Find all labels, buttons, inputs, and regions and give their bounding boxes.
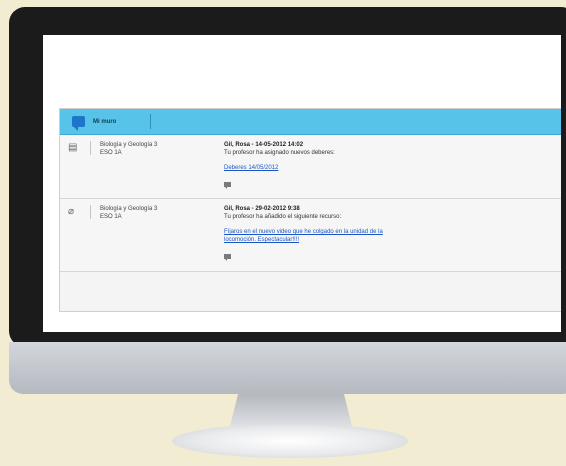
post-link-text: Deberes 14/05/2012 xyxy=(224,165,279,171)
chat-bubble-icon xyxy=(72,116,85,131)
subject-name: Biología y Geología 3 xyxy=(100,142,158,148)
post-subject: Biología y Geología 3 ESO 1A xyxy=(100,141,157,157)
post-subject: Biología y Geología 3 ESO 1A xyxy=(100,205,157,221)
wall-post: ⌀ Biología y Geología 3 ESO 1A Gil, Rosa… xyxy=(60,199,561,272)
wall-title: Mi muro xyxy=(93,118,117,125)
post-message: Tu profesor ha asignado nuevos deberes: xyxy=(224,150,335,156)
monitor-chin xyxy=(9,342,566,394)
post-link[interactable]: Deberes 14/05/2012 xyxy=(224,164,335,172)
subject-group: ESO 1A xyxy=(100,214,122,220)
monitor-base xyxy=(172,424,408,458)
post-divider xyxy=(90,141,91,155)
post-divider xyxy=(90,205,91,219)
post-author-date: Gil, Rosa - 29-02-2012 9:38 xyxy=(224,206,300,212)
post-content: Gil, Rosa - 14-05-2012 14:02 Tu profesor… xyxy=(224,141,335,189)
monitor-screen: Mi muro ▤ Biología y Geología 3 ESO 1A G… xyxy=(43,35,561,332)
comment-icon[interactable] xyxy=(224,182,231,189)
book-icon: ▤ xyxy=(68,142,78,153)
post-link-line-1: Fíjaros en el nuevo video que he colgado… xyxy=(224,229,383,235)
post-link-line-2: locomoción. Espectacular!!!! xyxy=(224,237,300,243)
subject-group: ESO 1A xyxy=(100,150,122,156)
post-author-date: Gil, Rosa - 14-05-2012 14:02 xyxy=(224,142,304,148)
wall-header: Mi muro xyxy=(60,109,561,135)
header-divider xyxy=(150,114,152,129)
paperclip-icon: ⌀ xyxy=(68,206,75,217)
comment-icon[interactable] xyxy=(224,254,231,261)
subject-name: Biología y Geología 3 xyxy=(100,206,158,212)
post-link[interactable]: Fíjaros en el nuevo video que he colgado… xyxy=(224,228,383,244)
wall-post: ▤ Biología y Geología 3 ESO 1A Gil, Rosa… xyxy=(60,135,561,199)
wall-panel: Mi muro ▤ Biología y Geología 3 ESO 1A G… xyxy=(59,108,561,312)
monitor-bezel: Mi muro ▤ Biología y Geología 3 ESO 1A G… xyxy=(9,7,566,347)
post-content: Gil, Rosa - 29-02-2012 9:38 Tu profesor … xyxy=(224,205,383,261)
post-message: Tu profesor ha añadido el siguiente recu… xyxy=(224,214,342,220)
